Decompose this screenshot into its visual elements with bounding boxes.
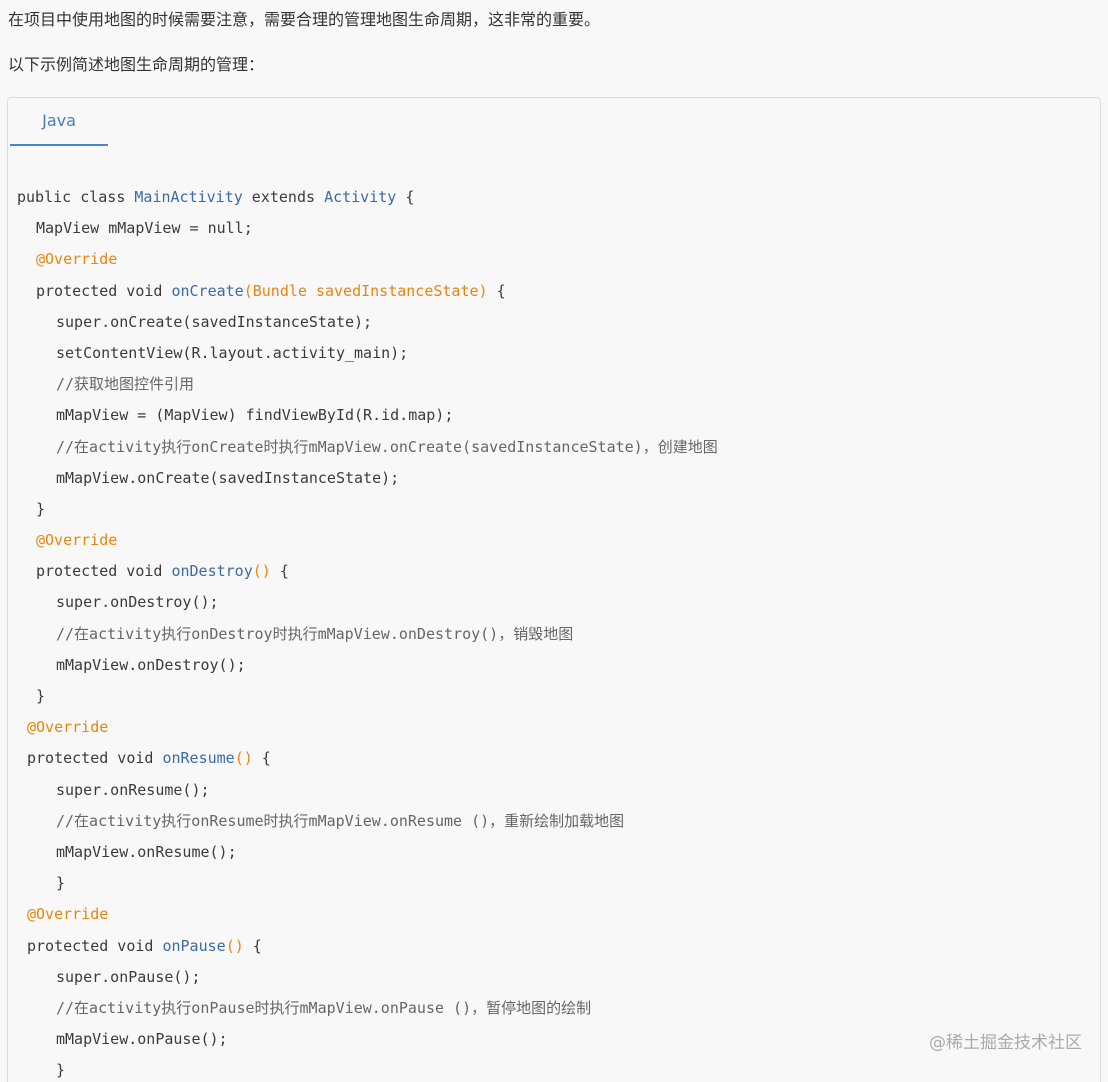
code-line: super.onPause(); xyxy=(56,967,201,986)
code-line: public class MainActivity extends Activi… xyxy=(17,188,415,206)
tab-java-label: Java xyxy=(42,111,76,130)
code-line-annotation: @Override xyxy=(36,250,118,269)
code-line: mMapView.onResume(); xyxy=(56,842,237,861)
code-line: MapView mMapView = null; xyxy=(36,219,253,238)
article-page: 在项目中使用地图的时候需要注意，需要合理的管理地图生命周期，这非常的重要。 以下… xyxy=(0,0,1108,1082)
code-line-annotation: @Override xyxy=(27,718,109,737)
code-line: super.onDestroy(); xyxy=(56,593,219,612)
code-line: protected void onCreate(Bundle savedInst… xyxy=(36,281,506,300)
code-line: mMapView.onDestroy(); xyxy=(56,655,246,674)
code-line: } xyxy=(56,874,66,893)
code-line: protected void onDestroy() { xyxy=(36,562,289,581)
code-line: } xyxy=(36,499,46,518)
code-line-comment: //在activity执行onResume时执行mMapView.onResum… xyxy=(56,811,625,830)
intro-paragraph: 在项目中使用地图的时候需要注意，需要合理的管理地图生命周期，这非常的重要。 xyxy=(8,10,601,29)
code-line: mMapView = (MapView) findViewById(R.id.m… xyxy=(56,406,454,425)
code-line: protected void onResume() { xyxy=(27,749,271,768)
code-line: } xyxy=(36,687,46,705)
watermark: @稀土掘金技术社区 xyxy=(929,1033,1082,1053)
code-line-annotation: @Override xyxy=(27,905,109,924)
code-line: mMapView.onCreate(savedInstanceState); xyxy=(56,468,400,487)
code-line-comment: //在activity执行onDestroy时执行mMapView.onDest… xyxy=(56,624,574,643)
code-line: protected void onPause() { xyxy=(27,936,262,955)
code-line-comment: //在activity执行onPause时执行mMapView.onPause … xyxy=(56,998,592,1017)
tab-java[interactable]: Java xyxy=(10,98,108,146)
intro-subparagraph: 以下示例简述地图生命周期的管理： xyxy=(8,55,265,74)
code-line-annotation: @Override xyxy=(36,531,118,550)
code-content: public class MainActivity extends Activi… xyxy=(8,185,1100,1082)
code-line-comment: //获取地图控件引用 xyxy=(56,375,195,394)
code-line-comment: //在activity执行onCreate时执行mMapView.onCreat… xyxy=(56,437,718,456)
code-tab-bar: Java xyxy=(8,98,1100,146)
code-line: } xyxy=(56,1061,66,1080)
code-line: super.onCreate(savedInstanceState); xyxy=(56,312,373,331)
code-block: Java public class MainActivity extends A… xyxy=(7,97,1101,1082)
code-line: super.onResume(); xyxy=(56,780,210,799)
code-line: setContentView(R.layout.activity_main); xyxy=(56,343,409,362)
